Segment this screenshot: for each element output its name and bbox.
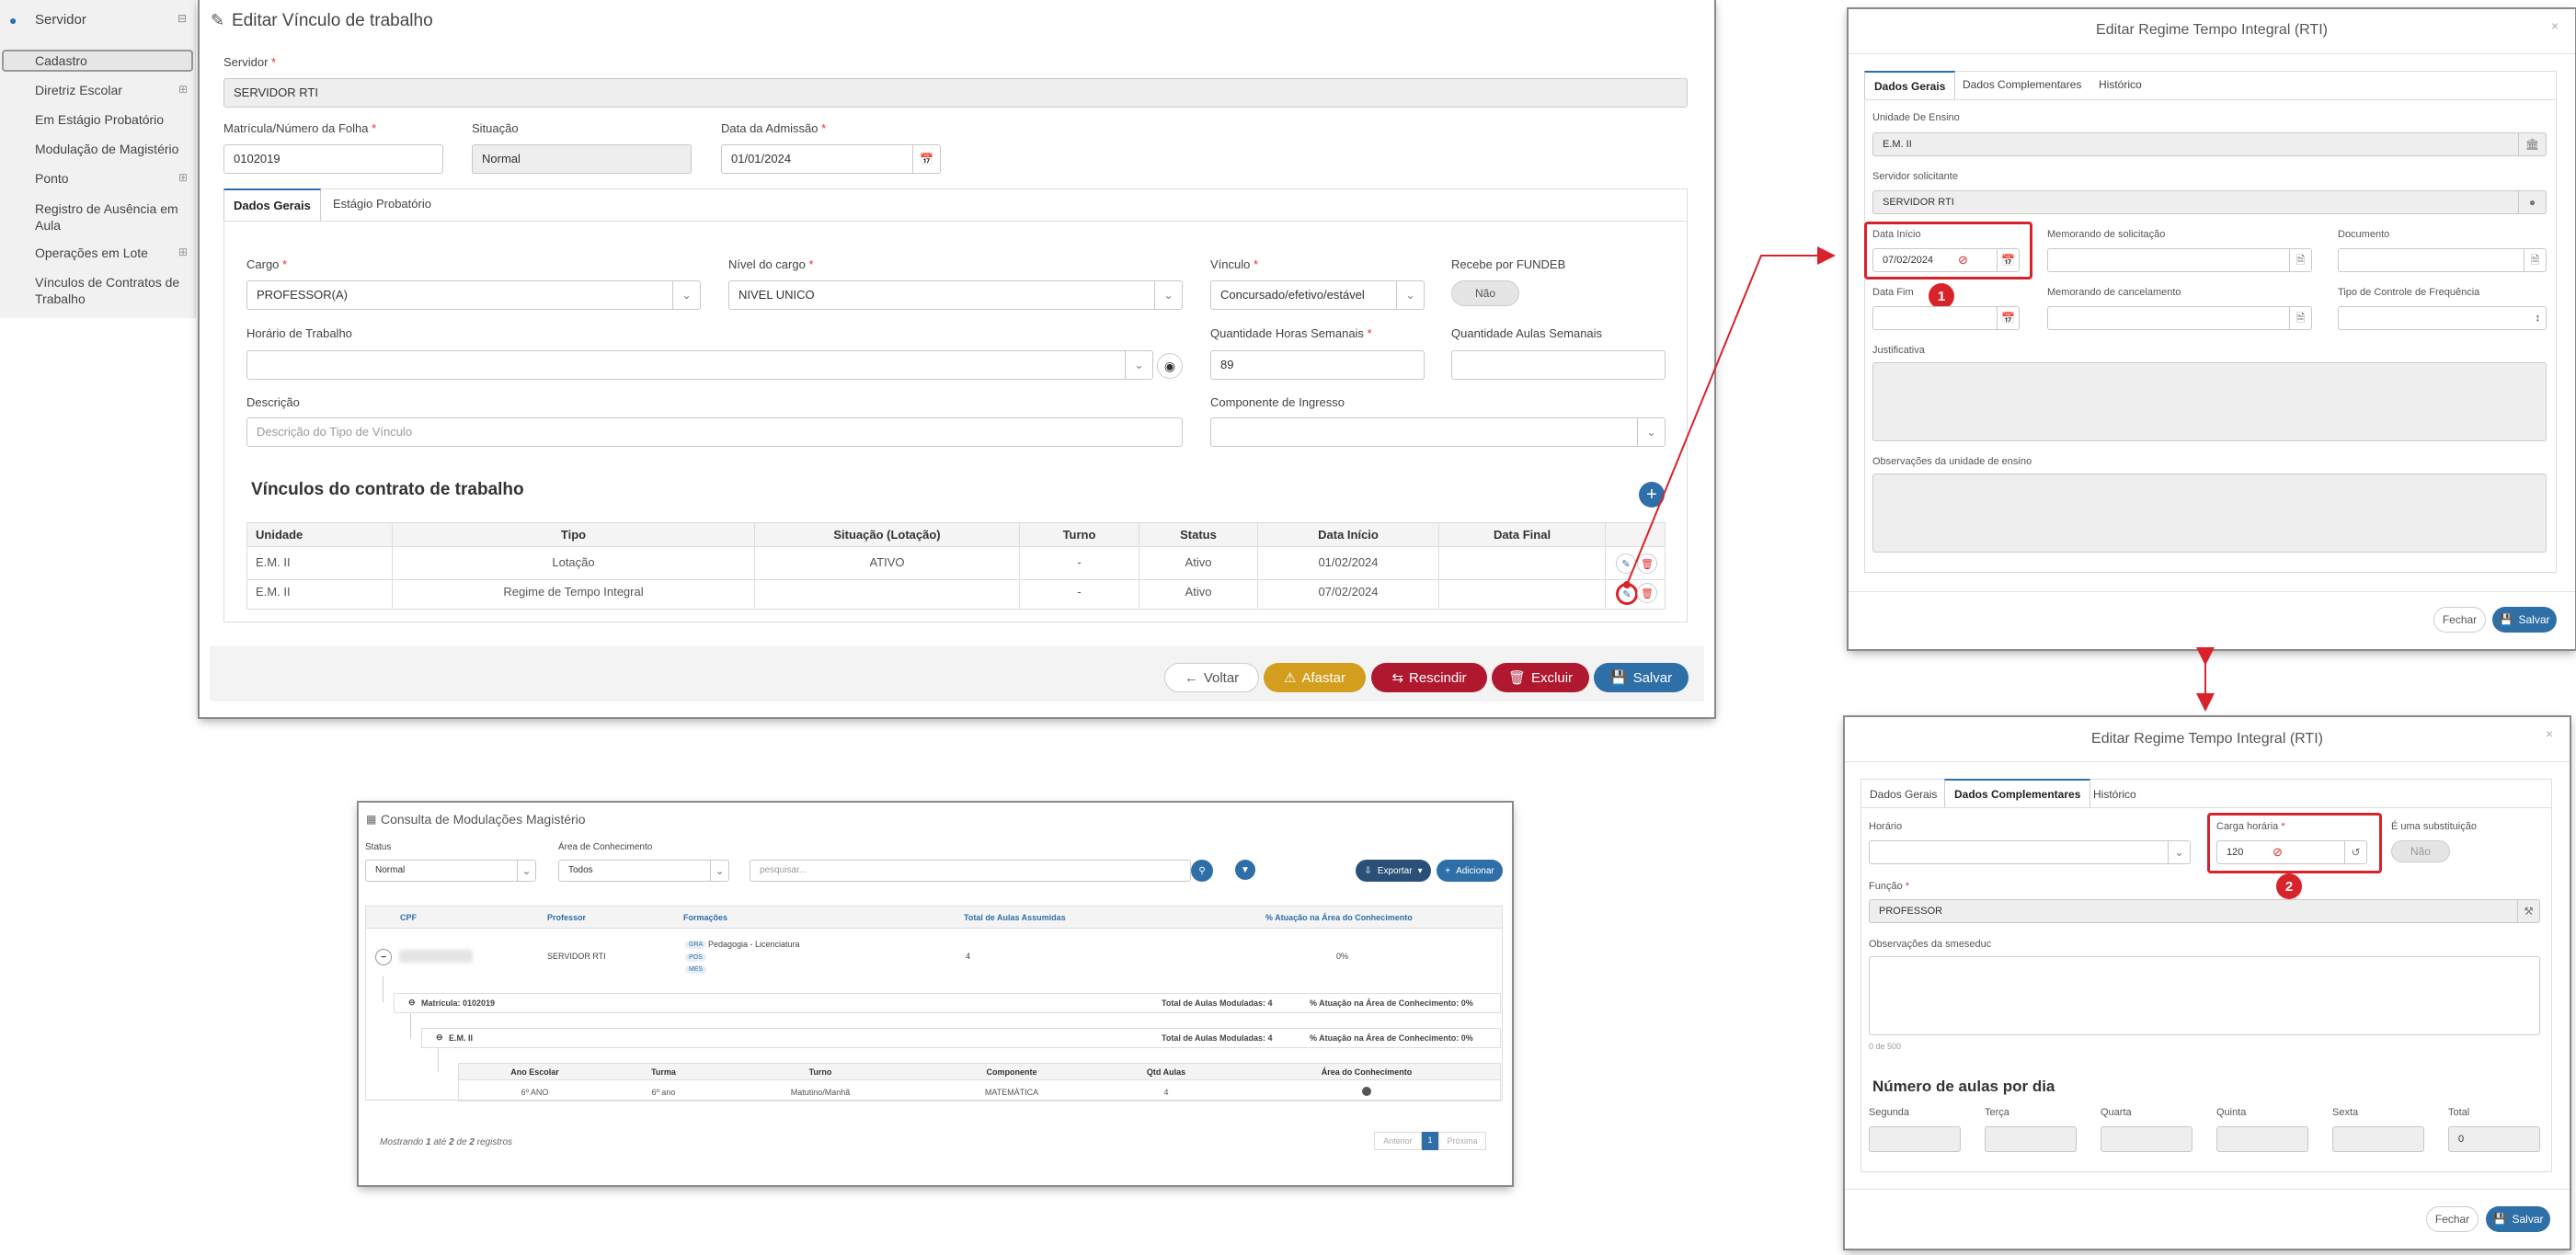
annotation-arrows xyxy=(1623,246,2215,712)
arrow-to-modal1 xyxy=(1626,246,1836,586)
arrow-origin-dot xyxy=(1623,581,1631,588)
